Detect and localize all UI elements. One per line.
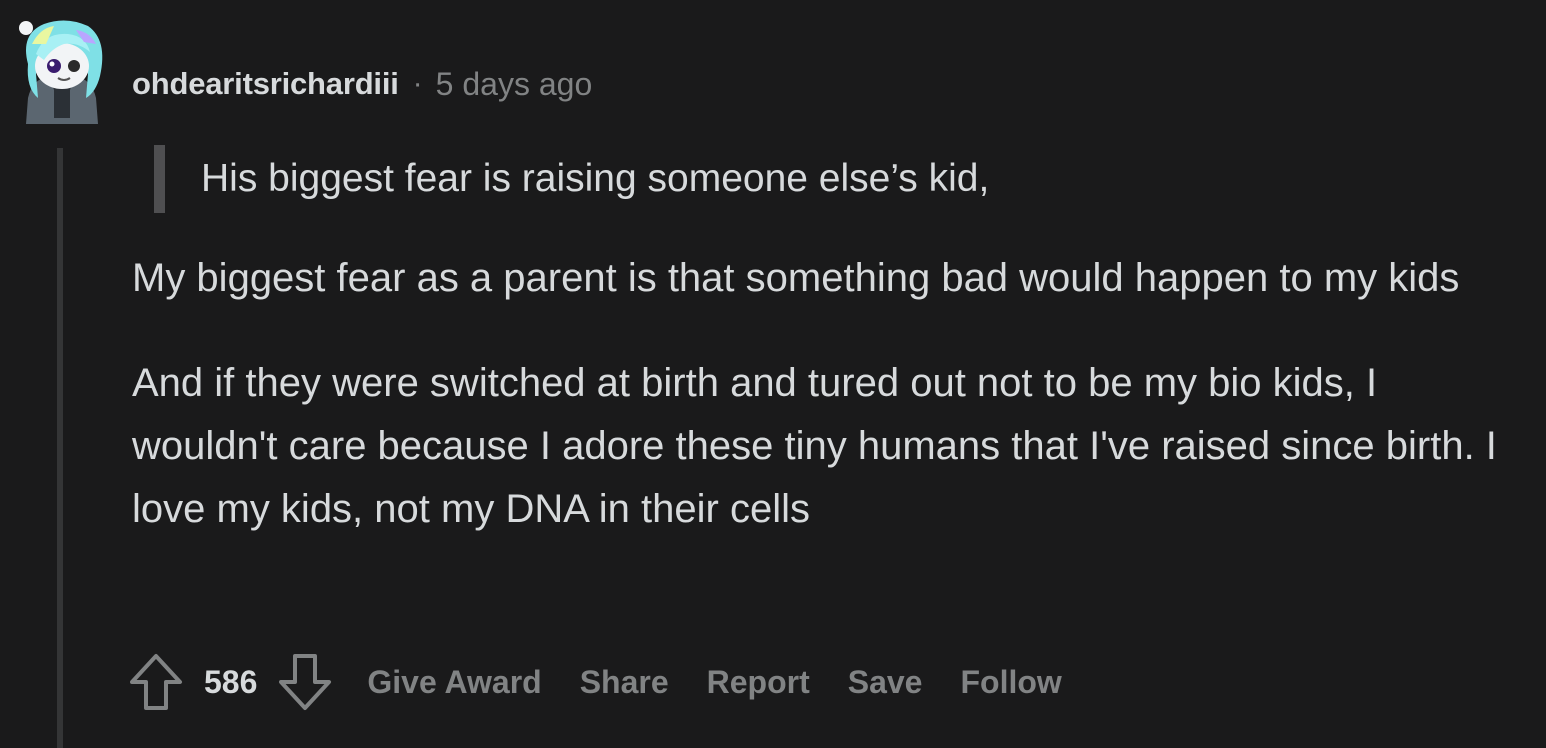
blockquote: His biggest fear is raising someone else… [154, 145, 1527, 213]
timestamp[interactable]: 5 days ago [436, 66, 593, 103]
thread-collapse-line[interactable] [57, 148, 63, 748]
downvote-arrow-icon [279, 654, 332, 710]
username-link[interactable]: ohdearitsrichardiii [132, 66, 399, 102]
downvote-button[interactable] [277, 651, 333, 713]
save-button[interactable]: Save [848, 664, 923, 701]
give-award-button[interactable]: Give Award [367, 664, 541, 701]
vote-score: 586 [204, 663, 258, 700]
comment-action-bar: 586 Give Award Share Report Save Follow [128, 650, 1062, 714]
follow-button[interactable]: Follow [960, 664, 1061, 701]
comment: ohdearitsrichardiii · 5 days ago His big… [0, 0, 1546, 748]
avatar[interactable] [14, 14, 110, 126]
upvote-button[interactable] [128, 651, 184, 713]
comment-body: His biggest fear is raising someone else… [132, 145, 1527, 583]
share-button[interactable]: Share [580, 664, 669, 701]
comment-paragraph: My biggest fear as a parent is that some… [132, 256, 1460, 300]
snoo-avatar-icon [19, 20, 103, 124]
comment-paragraph: And if they were switched at birth and t… [132, 361, 1497, 531]
comment-header: ohdearitsrichardiii · 5 days ago [132, 62, 592, 106]
meta-separator: · [412, 67, 423, 100]
upvote-arrow-icon [130, 654, 182, 710]
report-button[interactable]: Report [707, 664, 810, 701]
